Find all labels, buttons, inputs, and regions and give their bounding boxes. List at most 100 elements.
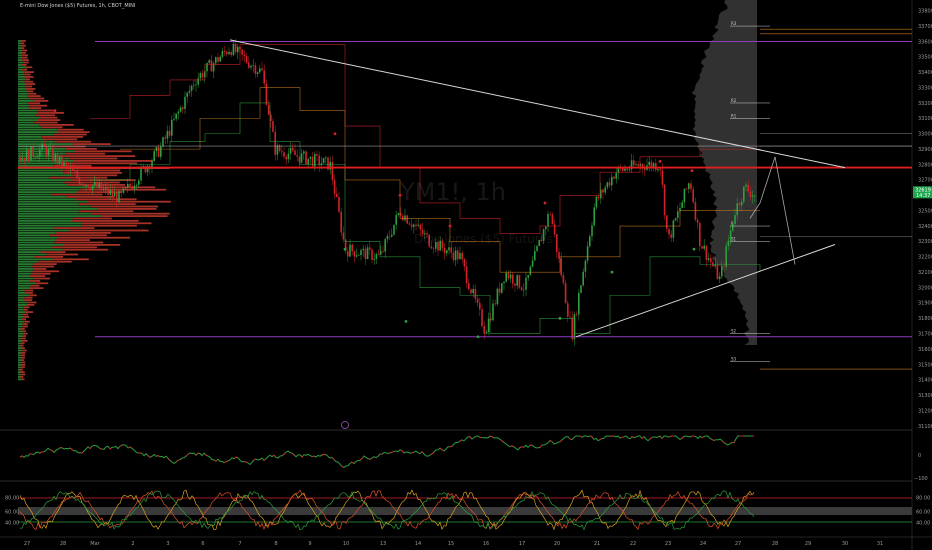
candle-body (432, 248, 435, 249)
time-axis: 27 28 Mar 2 3 6 7 8 9 10 13 14 15 16 17 20 21 22 23 24 27 28 2… (24, 541, 883, 547)
candle-body (102, 188, 105, 191)
volume-bar-buy (18, 97, 30, 100)
candle-body (721, 266, 723, 277)
price-tick-label: 31600 (918, 347, 932, 353)
volume-bar-buy (18, 133, 54, 136)
volume-bar-buy (18, 131, 59, 133)
volume-bar-sell (42, 126, 63, 129)
candle-body (199, 73, 202, 79)
volume-bar-buy (18, 61, 24, 64)
candle-body (98, 183, 100, 188)
volume-bar-buy (18, 169, 61, 172)
chart-title: E-mini Dow Jones ($5) Futures, 1h, CBOT_… (20, 3, 136, 9)
candle-body (351, 244, 353, 252)
candle-body (303, 151, 305, 154)
stoch-level-label: 40.00 (5, 521, 19, 527)
candle-body (637, 164, 639, 166)
candle-body (353, 251, 356, 257)
candle-body (633, 160, 635, 166)
price-tick-label: 32200 (918, 255, 932, 261)
volume-bar-buy (18, 85, 26, 88)
volume-bar-buy (18, 104, 29, 107)
price-tick-label: 31700 (918, 332, 932, 338)
volume-bar-sell (52, 258, 89, 261)
candle-body (580, 285, 582, 293)
candle-body (751, 195, 754, 197)
volume-bar-buy (18, 236, 59, 239)
price-tick-label: 33200 (918, 101, 932, 107)
candle-body (516, 275, 518, 286)
candle-body (604, 187, 606, 193)
candle-body (52, 147, 54, 161)
candle-body (25, 149, 28, 161)
volume-bar-buy (18, 193, 52, 196)
volume-bar-sell (24, 73, 31, 76)
candle-body (688, 183, 690, 189)
candle-body (289, 147, 292, 154)
time-tick-label: 13 (380, 541, 386, 547)
volume-bar-buy (18, 95, 28, 97)
volume-bar-buy (18, 368, 21, 371)
candle-body (582, 271, 584, 286)
candle-body (470, 289, 472, 294)
volume-bar-sell (24, 320, 30, 323)
candle-body (162, 137, 164, 147)
candle-body (32, 146, 34, 157)
volume-bar-sell (22, 323, 28, 325)
candle-body (395, 214, 397, 225)
volume-bar-sell (65, 152, 106, 155)
candle-body (602, 189, 604, 193)
volume-bar-buy (18, 308, 24, 311)
candle-body (318, 155, 320, 166)
price-chart[interactable]: R3R2R1PS1S2S3 33800337003360033500334003… (0, 0, 932, 550)
candle-body (347, 251, 349, 257)
candle-body (410, 224, 413, 227)
candle-body (718, 276, 721, 280)
volume-bar-sell (33, 268, 47, 270)
candle-body (371, 249, 373, 260)
volume-bar-sell (29, 280, 41, 282)
volume-bar-sell (22, 349, 27, 352)
candle-body (608, 182, 611, 186)
time-tick-label: 28 (772, 541, 778, 547)
volume-bar-buy (18, 366, 21, 369)
candle-body (127, 183, 129, 188)
candle-body (745, 184, 747, 187)
candle-body (28, 149, 30, 161)
candle-body (446, 250, 448, 254)
candle-body (186, 92, 188, 97)
candle-body (182, 107, 184, 110)
price-tick-label: 31100 (918, 424, 932, 430)
pivot-label: R3 (731, 21, 737, 26)
candle-body (294, 150, 296, 156)
signal-dot (343, 247, 347, 251)
candle-body (551, 214, 554, 225)
price-tick-label: 33700 (918, 24, 932, 30)
candle-body (384, 239, 386, 252)
signal-dot (333, 132, 337, 136)
volume-bar-sell (20, 354, 26, 357)
volume-bar-buy (18, 282, 36, 285)
candle-body (124, 187, 127, 189)
candle-body (483, 326, 485, 334)
candle-body (272, 121, 274, 133)
candle-body (450, 247, 452, 253)
candle-body (21, 157, 23, 161)
candle-body (397, 213, 400, 215)
candle-body (217, 57, 219, 62)
volume-bar-buy (18, 256, 35, 258)
candle-body (492, 303, 494, 321)
time-tick-label: 22 (630, 541, 636, 547)
candle-body (177, 111, 180, 114)
volume-bar-buy (18, 258, 53, 261)
volume-bar-buy (18, 347, 23, 349)
volume-bar-sell (37, 112, 64, 114)
candle-body (208, 60, 210, 63)
volume-bar-sell (72, 220, 139, 222)
candle-body (507, 272, 510, 279)
volume-bar-sell (32, 270, 60, 273)
candle-body (153, 151, 155, 161)
volume-bar-sell (78, 210, 134, 213)
oscillator-min-label: −100 (914, 476, 928, 482)
candle-body (100, 183, 103, 191)
